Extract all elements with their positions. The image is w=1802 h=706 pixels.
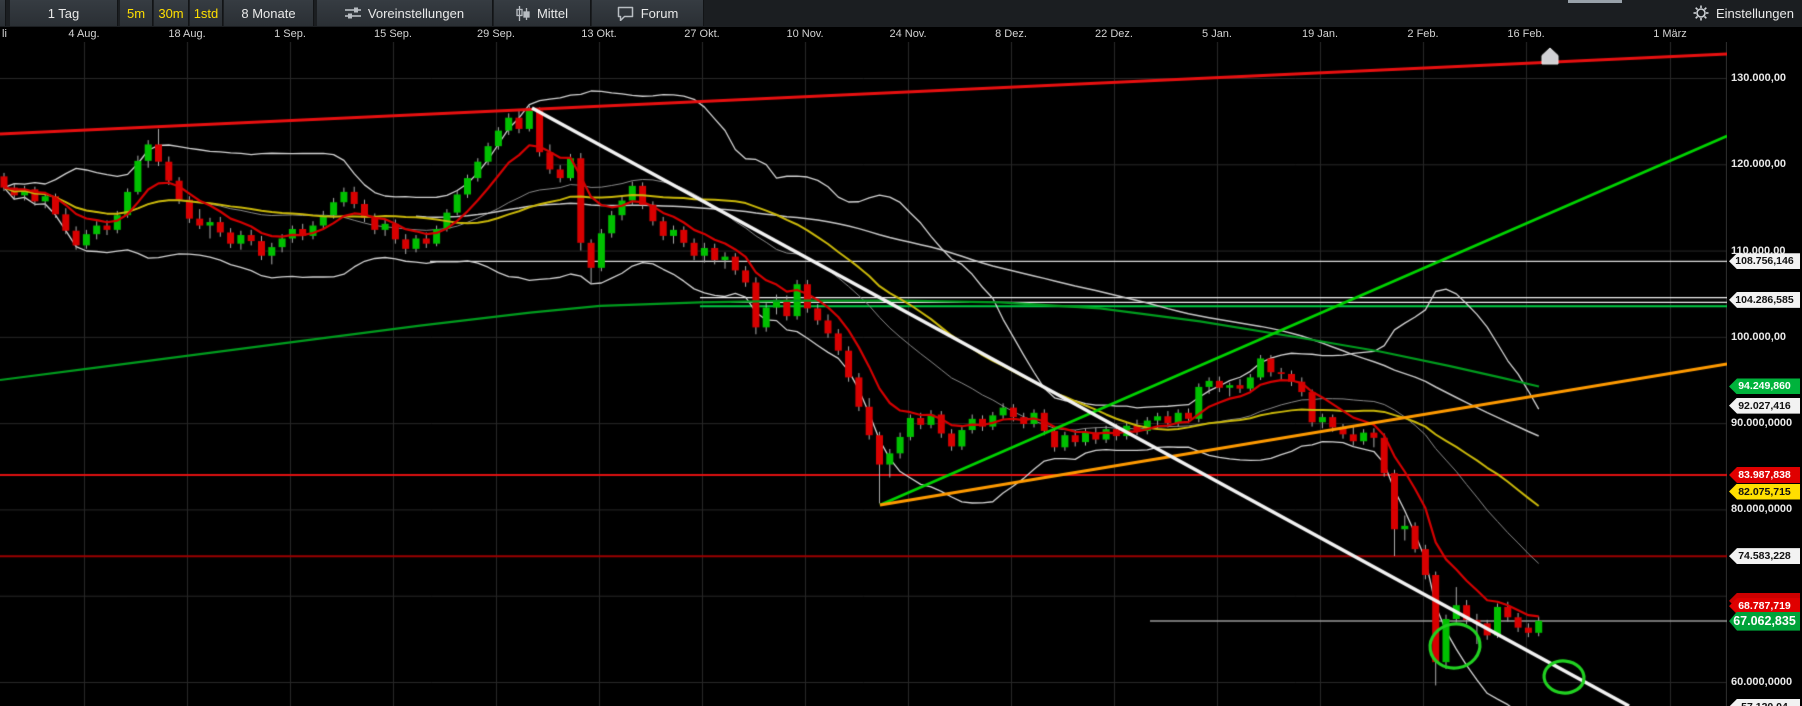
x-axis-label: 10 Nov.: [786, 28, 824, 40]
presets-button[interactable]: Voreinstellungen: [317, 0, 493, 26]
speech-bubble-icon: [617, 6, 634, 21]
price-tag: 83.987,838: [1729, 467, 1800, 484]
forum-button[interactable]: Forum: [592, 0, 704, 26]
x-axis-label: 29 Sep.: [477, 28, 515, 40]
x-axis-label: 22 Dez.: [1095, 28, 1133, 40]
x-axis-label: 8 Dez.: [995, 28, 1027, 40]
timeframe-label: 1 Tag: [47, 5, 80, 21]
price-label: 90.000,0000: [1731, 417, 1793, 430]
x-axis-label: 19 Jan.: [1301, 28, 1339, 40]
interval-30m-button[interactable]: 30m: [154, 0, 189, 26]
x-axis-label: li: [2, 28, 7, 40]
x-axis-label: 18 Aug.: [168, 28, 206, 40]
date-axis: li 4 Aug. 18 Aug. 1 Sep. 15 Sep. 29 Sep. 13 Ok…: [0, 27, 1802, 42]
price-tag: 67.062,835: [1729, 611, 1800, 631]
gear-icon: [1693, 5, 1709, 21]
x-axis-label: 24 Nov.: [889, 28, 927, 40]
x-axis-label: 27 Okt.: [684, 28, 720, 40]
sliders-icon: [344, 6, 361, 20]
chart-application: 1 Tag 5m 30m 1std 8 Monate Voreinstellun: [0, 0, 1802, 706]
indicator-button[interactable]: Mittel: [494, 0, 591, 26]
price-tag: 57.120,04: [1729, 698, 1800, 706]
x-axis-label: 4 Aug.: [68, 28, 100, 40]
price-tag: 108.756,146: [1729, 253, 1800, 270]
x-axis-label: 2 Feb.: [1407, 28, 1439, 40]
x-axis-label: 15 Sep.: [374, 28, 412, 40]
range-button[interactable]: 8 Monate: [224, 0, 314, 26]
price-tag: 92.027,416: [1729, 397, 1800, 414]
price-tag: 82.075,715: [1729, 483, 1800, 500]
top-scrollbar-thumb[interactable]: [1568, 0, 1622, 3]
timeframe-button[interactable]: 1 Tag: [10, 0, 118, 26]
settings-button[interactable]: Einstellungen: [1648, 0, 1798, 26]
price-tag: 94.249,860: [1729, 378, 1800, 395]
price-tag: 74.583,228: [1729, 548, 1800, 565]
toolbar-edge-button[interactable]: [0, 0, 6, 26]
price-label: 120.000,00: [1731, 158, 1787, 171]
price-axis: 130.000,00 120.000,00 110.000,00 100.000,00…: [1727, 42, 1802, 706]
price-label: 60.000,0000: [1731, 676, 1793, 688]
x-axis-label: 13 Okt.: [581, 28, 617, 40]
toolbar: 1 Tag 5m 30m 1std 8 Monate Voreinstellun: [0, 0, 1802, 27]
price-tag: 104.286,585: [1729, 291, 1800, 308]
chart-canvas[interactable]: [0, 0, 1802, 706]
x-axis-label: 5 Jan.: [1202, 28, 1232, 40]
x-axis-label: 1 März: [1653, 28, 1687, 40]
price-label: 100.000,00: [1731, 330, 1787, 343]
price-label: 130.000,00: [1731, 72, 1787, 84]
x-axis-label: 1 Sep.: [274, 28, 306, 40]
candlestick-icon: [516, 5, 530, 21]
interval-5m-button[interactable]: 5m: [120, 0, 153, 26]
price-label: 80.000,0000: [1731, 503, 1793, 516]
x-axis-label: 16 Feb.: [1507, 28, 1545, 40]
interval-1std-button[interactable]: 1std: [190, 0, 223, 26]
